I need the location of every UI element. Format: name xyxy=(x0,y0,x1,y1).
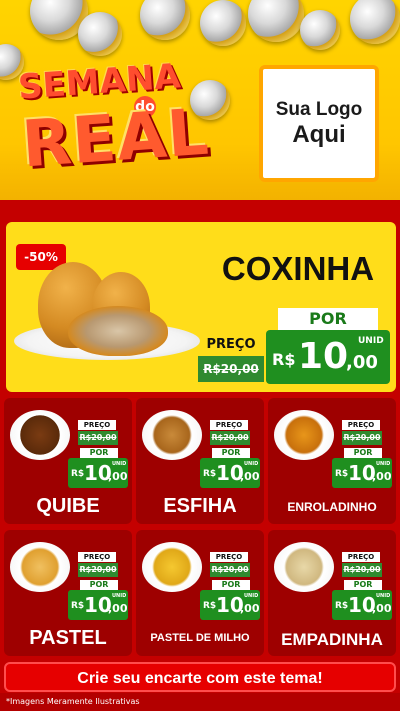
new-price: R$ 10 ,00 UNID xyxy=(200,590,260,620)
logo-placeholder[interactable]: Sua Logo Aqui xyxy=(259,65,379,182)
preco-label: PREÇO xyxy=(78,552,116,562)
price-dec: ,00 xyxy=(108,602,128,615)
unit: UNID xyxy=(376,461,391,467)
preco-label: PREÇO xyxy=(342,552,380,562)
product-name: EMPADINHA xyxy=(281,630,383,649)
product-card-quibe[interactable]: PREÇO R$20,00 POR R$ 10 ,00 UNID QUIBE xyxy=(4,398,132,524)
hero-preco-label: PREÇO xyxy=(206,337,256,352)
enroladinho-image xyxy=(274,410,334,460)
esfiha-image xyxy=(142,410,202,460)
header-banner: SEMANA do REAL Sua Logo Aqui xyxy=(0,0,400,205)
coxinha-half-image xyxy=(68,306,168,356)
hero-price-dec: ,00 xyxy=(346,352,378,373)
unit: UNID xyxy=(244,593,259,599)
unit: UNID xyxy=(376,593,391,599)
coin-image xyxy=(78,12,122,56)
empadinha-image xyxy=(274,542,334,592)
disclaimer-text: *Imagens Meramente Ilustrativas xyxy=(6,697,140,706)
coin-image xyxy=(248,0,304,42)
preco-label: PREÇO xyxy=(78,420,116,430)
price-dec: ,00 xyxy=(372,602,392,615)
hero-currency: R$ xyxy=(272,350,296,369)
currency: R$ xyxy=(335,469,349,479)
currency: R$ xyxy=(335,601,349,611)
old-price: R$20,00 xyxy=(78,431,118,445)
hero-unit: UNID xyxy=(358,336,384,346)
currency: R$ xyxy=(71,469,85,479)
new-price: R$ 10 ,00 UNID xyxy=(68,458,128,488)
old-price: R$20,00 xyxy=(342,563,382,577)
logo-text-line2: Aqui xyxy=(292,120,346,148)
old-price: R$20,00 xyxy=(210,431,250,445)
product-name: ENROLADINHO xyxy=(287,500,377,514)
unit: UNID xyxy=(112,593,127,599)
coin-image xyxy=(350,0,400,44)
new-price: R$ 10 ,00 UNID xyxy=(332,590,392,620)
product-card-empadinha[interactable]: PREÇO R$20,00 POR R$ 10 ,00 UNID EMPADIN… xyxy=(268,530,396,656)
price-dec: ,00 xyxy=(240,470,260,483)
quibe-image xyxy=(10,410,70,460)
por-label: POR xyxy=(344,448,382,458)
product-card-pastel[interactable]: PREÇO R$20,00 POR R$ 10 ,00 UNID PASTEL xyxy=(4,530,132,656)
currency: R$ xyxy=(203,601,217,611)
hero-product-name: COXINHA xyxy=(221,250,375,287)
old-price: R$20,00 xyxy=(342,431,382,445)
new-price: R$ 10 ,00 UNID xyxy=(332,458,392,488)
por-label: POR xyxy=(212,448,250,458)
old-price: R$20,00 xyxy=(78,563,118,577)
unit: UNID xyxy=(112,461,127,467)
price-dec: ,00 xyxy=(240,602,260,615)
hero-por-label: POR xyxy=(278,308,378,330)
preco-label: PREÇO xyxy=(210,552,248,562)
currency: R$ xyxy=(71,601,85,611)
product-name: QUIBE xyxy=(36,495,100,517)
product-name: PASTEL DE MILHO xyxy=(150,632,250,644)
price-dec: ,00 xyxy=(108,470,128,483)
create-flyer-button[interactable]: Crie seu encarte com este tema! xyxy=(4,662,396,692)
old-price: R$20,00 xyxy=(210,563,250,577)
hero-old-price: R$20,00 xyxy=(198,356,264,382)
hero-price-int: 10 xyxy=(298,336,349,377)
product-card-esfiha[interactable]: PREÇO R$20,00 POR R$ 10 ,00 UNID ESFIHA xyxy=(136,398,264,524)
new-price: R$ 10 ,00 UNID xyxy=(200,458,260,488)
preco-label: PREÇO xyxy=(210,420,248,430)
product-name: ESFIHA xyxy=(163,495,237,517)
unit: UNID xyxy=(244,461,259,467)
logo-text-line1: Sua Logo xyxy=(275,98,363,120)
price-dec: ,00 xyxy=(372,470,392,483)
coin-image xyxy=(300,10,340,50)
title-line2: REAL xyxy=(19,95,212,183)
por-label: POR xyxy=(212,580,250,590)
por-label: POR xyxy=(344,580,382,590)
pastel-image xyxy=(10,542,70,592)
hero-product-card[interactable]: -50% COXINHA PREÇO R$20,00 POR R$ 10 ,00… xyxy=(6,222,396,392)
product-name: PASTEL xyxy=(29,627,107,649)
por-label: POR xyxy=(80,580,118,590)
currency: R$ xyxy=(203,469,217,479)
coin-image xyxy=(200,0,246,46)
hero-new-price: R$ 10 ,00 UNID xyxy=(266,330,390,384)
por-label: POR xyxy=(80,448,118,458)
pastel-de-milho-image xyxy=(142,542,202,592)
preco-label: PREÇO xyxy=(342,420,380,430)
campaign-title: SEMANA do REAL xyxy=(14,56,214,183)
product-card-enroladinho[interactable]: PREÇO R$20,00 POR R$ 10 ,00 UNID ENROLAD… xyxy=(268,398,396,524)
coin-image xyxy=(140,0,190,40)
new-price: R$ 10 ,00 UNID xyxy=(68,590,128,620)
product-card-pastel-de-milho[interactable]: PREÇO R$20,00 POR R$ 10 ,00 UNID PASTEL … xyxy=(136,530,264,656)
